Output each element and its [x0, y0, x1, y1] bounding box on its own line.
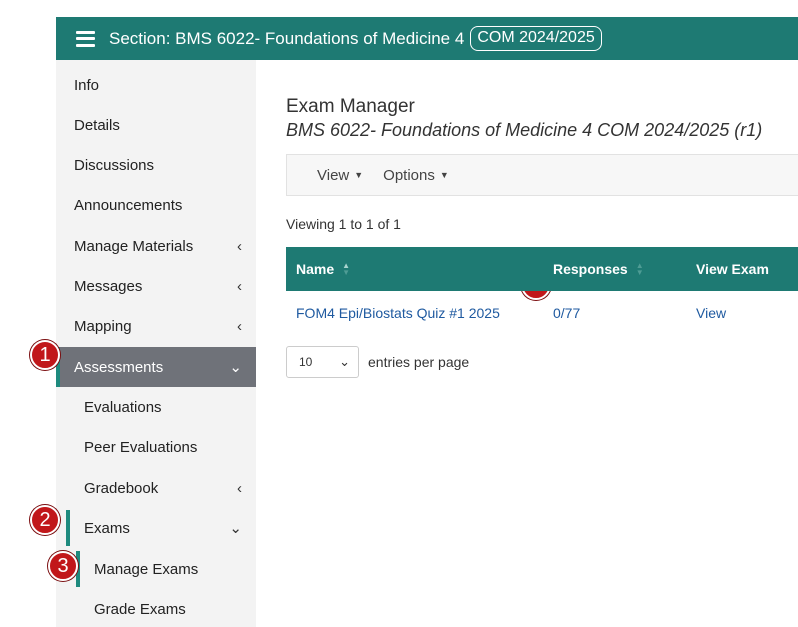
entries-label: entries per page: [368, 354, 470, 370]
active-marker: [66, 510, 70, 546]
page-subtitle: BMS 6022- Foundations of Medicine 4 COM …: [286, 120, 763, 140]
responses-link[interactable]: 0/77: [553, 305, 580, 321]
options-menu-button[interactable]: Options ▼: [383, 167, 449, 184]
chevron-left-icon: ‹: [237, 317, 242, 335]
entries-per-page: 10 ⌄ entries per page: [286, 346, 469, 378]
exam-name-link[interactable]: FOM4 Epi/Biostats Quiz #1 2025: [296, 305, 500, 321]
sidebar-item-discussions[interactable]: Discussions: [56, 145, 256, 185]
chevron-left-icon: ‹: [237, 277, 242, 295]
column-name[interactable]: Name ▲ ▼: [296, 247, 350, 291]
caret-down-icon: ▼: [439, 169, 449, 180]
sidebar-item-details[interactable]: Details: [56, 105, 256, 145]
chevron-left-icon: ‹: [237, 237, 242, 255]
sidebar-item-mapping[interactable]: Mapping ‹: [56, 306, 256, 346]
section-header: Section: BMS 6022- Foundations of Medici…: [56, 17, 798, 60]
callout-badge-2: 2: [30, 505, 60, 535]
toolbar: View ▼ Options ▼: [286, 154, 798, 196]
sidebar-item-gradebook[interactable]: Gradebook ‹: [56, 468, 256, 508]
sidebar-item-messages[interactable]: Messages ‹: [56, 266, 256, 306]
sidebar-item-announcements[interactable]: Announcements: [56, 185, 256, 225]
sidebar-item-evaluations[interactable]: Evaluations: [56, 387, 256, 427]
view-exam-link[interactable]: View: [696, 305, 726, 321]
sidebar-item-exams[interactable]: Exams ⌄: [56, 508, 256, 548]
entries-select[interactable]: 10 ⌄: [286, 346, 359, 378]
view-menu-button[interactable]: View ▼: [317, 167, 363, 184]
chevron-down-icon: ⌄: [229, 359, 242, 376]
table-row: FOM4 Epi/Biostats Quiz #1 2025 0/77 View: [286, 291, 798, 335]
sidebar-item-grade-exams[interactable]: Grade Exams: [56, 589, 256, 627]
sidebar-item-peer-evaluations[interactable]: Peer Evaluations: [56, 427, 256, 467]
chevron-left-icon: ‹: [237, 479, 242, 497]
sort-icon: ▲ ▼: [342, 261, 351, 277]
chevron-down-icon: ⌄: [229, 520, 242, 537]
caret-down-icon: ▼: [354, 169, 364, 180]
page-title: Exam Manager: [286, 96, 415, 117]
menu-icon[interactable]: [76, 30, 95, 47]
viewing-count: Viewing 1 to 1 of 1: [286, 216, 401, 232]
sidebar-item-manage-materials[interactable]: Manage Materials ‹: [56, 226, 256, 266]
sidebar-item-assessments[interactable]: Assessments ⌄: [56, 347, 256, 387]
sidebar-item-info[interactable]: Info: [56, 65, 256, 105]
table-header: Name ▲ ▼ Responses ▲ ▼ View Exam: [286, 247, 798, 291]
term-badge: COM 2024/2025: [470, 26, 602, 51]
callout-badge-3: 3: [48, 551, 78, 581]
section-title: Section: BMS 6022- Foundations of Medici…: [109, 28, 465, 48]
chevron-down-icon: ⌄: [339, 354, 350, 369]
sidebar: Info Details Discussions Announcements M…: [56, 60, 256, 627]
column-responses[interactable]: Responses ▲ ▼: [553, 247, 644, 291]
sidebar-item-manage-exams[interactable]: Manage Exams: [56, 549, 256, 589]
sort-icon: ▲ ▼: [635, 261, 644, 277]
column-view-exam[interactable]: View Exam: [696, 247, 769, 291]
callout-badge-1: 1: [30, 340, 60, 370]
